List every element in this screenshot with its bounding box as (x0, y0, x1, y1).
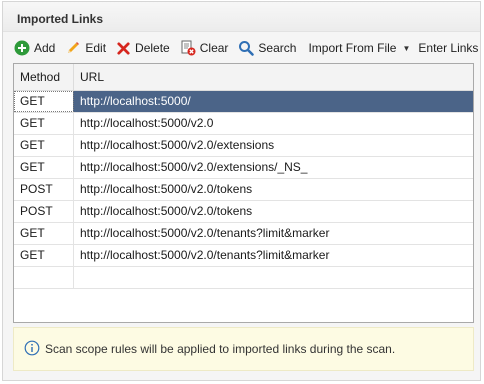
clear-document-icon (180, 40, 196, 56)
method-cell: GET (14, 157, 74, 178)
import-from-file-label: Import From File (308, 41, 397, 55)
table-body: GET http://localhost:5000/GET http://local… (14, 91, 473, 289)
table-row[interactable]: POST http://localhost:5000/v2.0/tokens (14, 179, 473, 201)
add-icon (14, 40, 30, 56)
search-button[interactable]: Search (236, 37, 298, 59)
table-row[interactable]: GET http://localhost:5000/v2.0/tenants?li… (14, 245, 473, 267)
info-message: Scan scope rules will be applied to impo… (45, 342, 396, 356)
url-cell: http://localhost:5000/v2.0/tokens (80, 204, 253, 218)
table-header: Method URL (14, 64, 473, 91)
url-cell: http://localhost:5000/v2.0 (80, 116, 214, 130)
info-banner: Scan scope rules will be applied to impo… (13, 327, 474, 371)
delete-x-icon (116, 41, 131, 56)
toolbar: Add Edit Delete Clear Search Import From… (3, 36, 480, 60)
table-row[interactable]: POST http://localhost:5000/v2.0/tokens (14, 201, 473, 223)
method-cell: POST (14, 179, 74, 200)
panel-title: Imported Links (3, 2, 480, 32)
table-row[interactable]: GET http://localhost:5000/v2.0/extensions… (14, 157, 473, 179)
pencil-icon (65, 40, 81, 56)
url-cell (74, 267, 473, 288)
url-cell: http://localhost:5000/v2.0/tenants?limit… (80, 248, 330, 262)
method-cell: GET (14, 91, 74, 112)
table-row[interactable] (14, 267, 473, 289)
import-from-file-dropdown[interactable]: Import From File ▼ (306, 37, 412, 59)
url-cell: http://localhost:5000/v2.0/extensions (80, 138, 275, 152)
search-label: Search (258, 41, 297, 55)
links-table: Method URL GET http://localhost:5000/GET h… (13, 63, 474, 323)
add-label: Add (34, 41, 56, 55)
method-cell (14, 267, 74, 288)
search-icon (238, 40, 255, 56)
enter-links-button[interactable]: Enter Links (416, 37, 480, 59)
clear-button[interactable]: Clear (178, 37, 231, 59)
imported-links-panel: Imported Links Add Edit Delete Clear Sea… (2, 1, 481, 381)
delete-label: Delete (135, 41, 170, 55)
edit-button[interactable]: Edit (63, 37, 108, 59)
url-cell: http://localhost:5000/v2.0/tokens (80, 182, 253, 196)
delete-button[interactable]: Delete (114, 37, 172, 59)
table-row[interactable]: GET http://localhost:5000/ (14, 91, 473, 113)
method-cell: GET (14, 245, 74, 266)
table-row[interactable]: GET http://localhost:5000/v2.0/tenants?li… (14, 223, 473, 245)
table-row[interactable]: GET http://localhost:5000/v2.0 (14, 113, 473, 135)
add-button[interactable]: Add (12, 37, 57, 59)
enter-links-label: Enter Links (418, 41, 479, 55)
chevron-down-icon: ▼ (402, 43, 411, 53)
method-cell: POST (14, 201, 74, 222)
column-header-method[interactable]: Method (14, 64, 74, 90)
method-cell: GET (14, 113, 74, 134)
method-cell: GET (14, 223, 74, 244)
edit-label: Edit (85, 41, 107, 55)
clear-label: Clear (199, 41, 229, 55)
method-cell: GET (14, 135, 74, 156)
table-row[interactable]: GET http://localhost:5000/v2.0/extensions (14, 135, 473, 157)
url-cell: http://localhost:5000/v2.0/extensions/_N… (80, 160, 308, 174)
url-cell: http://localhost:5000/v2.0/tenants?limit… (80, 226, 330, 240)
column-header-url[interactable]: URL (74, 64, 473, 90)
info-icon (24, 340, 40, 359)
url-cell: http://localhost:5000/ (80, 94, 191, 108)
